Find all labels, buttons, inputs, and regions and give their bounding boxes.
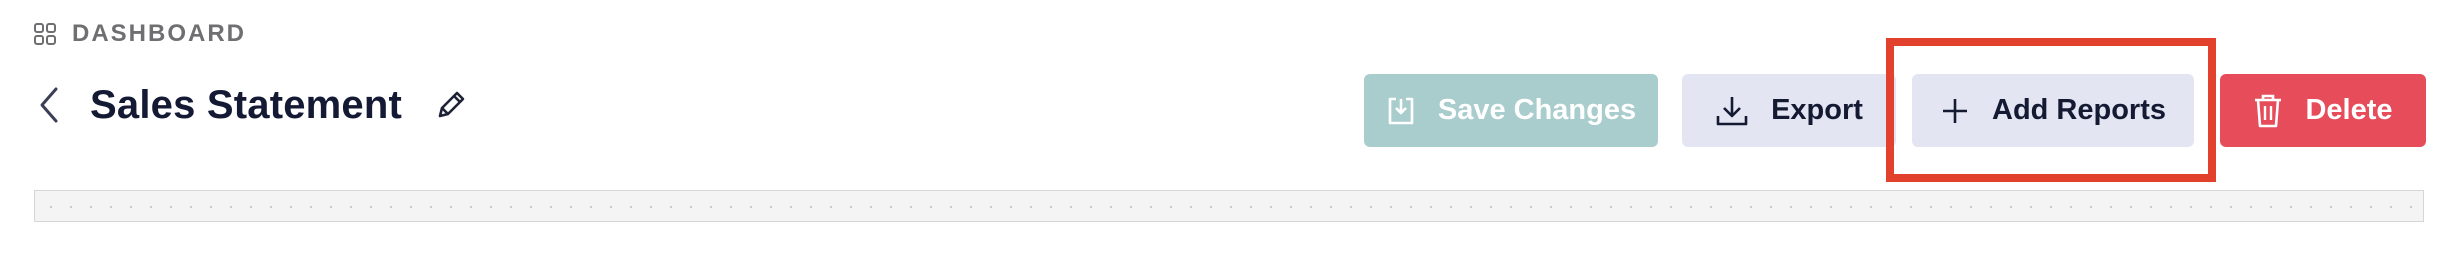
- save-changes-button[interactable]: Save Changes: [1364, 74, 1658, 147]
- trash-icon: [2255, 94, 2282, 127]
- breadcrumb[interactable]: DASHBOARD: [34, 18, 246, 50]
- export-label: Export: [1771, 94, 1863, 126]
- highlight-box: [1886, 38, 2216, 182]
- export-button[interactable]: Export: [1682, 74, 1896, 147]
- page-header: Sales Statement: [36, 70, 468, 140]
- grid-icon: [34, 23, 56, 45]
- page-title: Sales Statement: [90, 82, 403, 127]
- delete-button[interactable]: Delete: [2220, 74, 2426, 147]
- save-changes-label: Save Changes: [1437, 94, 1637, 126]
- chevron-left-icon[interactable]: [36, 85, 62, 125]
- dashboard-canvas: [34, 190, 2424, 222]
- breadcrumb-label: DASHBOARD: [72, 20, 246, 47]
- pencil-icon[interactable]: [434, 88, 468, 122]
- save-icon: [1388, 97, 1414, 124]
- download-icon: [1716, 96, 1748, 125]
- delete-label: Delete: [2305, 94, 2393, 126]
